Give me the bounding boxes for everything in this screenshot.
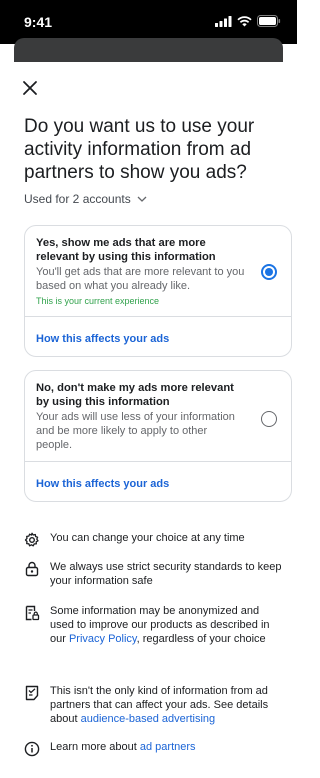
accounts-selector[interactable]: Used for 2 accounts: [24, 192, 147, 206]
accounts-label: Used for 2 accounts: [24, 192, 131, 206]
option-yes-how-link[interactable]: How this affects your ads: [36, 333, 169, 345]
option-no-divider: [25, 461, 291, 462]
page-title: Do you want us to use your activity info…: [24, 116, 255, 183]
option-yes-title: Yes, show me ads that are more relevant …: [36, 237, 216, 263]
info-icon: [24, 741, 40, 757]
gear-icon: [24, 532, 39, 547]
option-yes-body: Yes, show me ads that are more relevant …: [36, 236, 246, 307]
ad-partners-link[interactable]: ad partners: [140, 741, 196, 753]
info-security: We always use strict security standards …: [24, 560, 286, 588]
change-choice-text: You can change your choice at any time: [50, 532, 245, 544]
status-icons: [215, 15, 281, 27]
option-yes-card[interactable]: Yes, show me ads that are more relevant …: [24, 225, 292, 357]
other-information-text: This isn't the only kind of information …: [50, 684, 286, 726]
chevron-down-icon: [137, 196, 147, 202]
security-text: We always use strict security standards …: [50, 561, 282, 587]
option-no-how-link[interactable]: How this affects your ads: [36, 478, 169, 490]
info-other-information: This isn't the only kind of information …: [24, 684, 286, 726]
info-change-choice: You can change your choice at any time: [24, 531, 286, 548]
privacy-policy-link[interactable]: Privacy Policy: [69, 633, 137, 645]
close-icon[interactable]: [20, 78, 40, 98]
option-no-description: Your ads will use less of your informati…: [36, 411, 235, 451]
background-card: [14, 38, 283, 64]
learn-more-text-start: Learn more about: [50, 741, 140, 753]
document-check-icon: [25, 685, 39, 701]
signal-icon: [215, 15, 232, 27]
option-no-card[interactable]: No, don't make my ads more relevant by u…: [24, 370, 292, 502]
learn-more-text: Learn more about ad partners: [50, 740, 196, 757]
option-yes-description: You'll get ads that are more relevant to…: [36, 266, 245, 292]
lock-icon: [25, 561, 39, 577]
anonymized-text-end: , regardless of your choice: [136, 633, 266, 645]
wifi-icon: [237, 15, 252, 26]
battery-icon: [257, 15, 281, 27]
info-learn-more: Learn more about ad partners: [24, 740, 286, 757]
option-yes-radio[interactable]: [261, 264, 277, 280]
document-lock-icon: [25, 605, 40, 621]
option-no-title: No, don't make my ads more relevant by u…: [36, 382, 234, 408]
status-time: 9:41: [24, 14, 53, 30]
option-yes-divider: [25, 316, 291, 317]
option-no-radio[interactable]: [261, 411, 277, 427]
bottom-sheet: Do you want us to use your activity info…: [0, 62, 297, 778]
option-no-body: No, don't make my ads more relevant by u…: [36, 381, 246, 452]
anonymized-text: Some information may be anonymized and u…: [50, 604, 286, 646]
audience-based-advertising-link[interactable]: audience-based advertising: [81, 713, 216, 725]
info-anonymized: Some information may be anonymized and u…: [24, 604, 286, 646]
current-experience-note: This is your current experience: [36, 296, 160, 306]
